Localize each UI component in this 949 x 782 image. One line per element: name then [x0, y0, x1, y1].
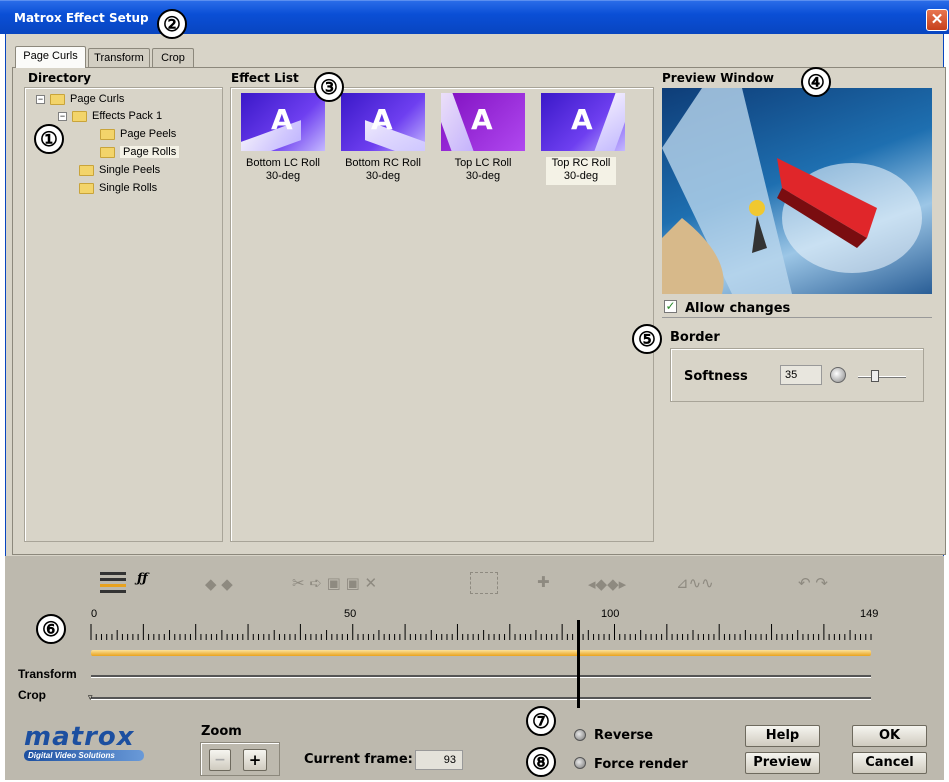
directory-heading: Directory: [28, 71, 91, 85]
tree-item-label: Single Peels: [99, 164, 161, 176]
callout-4: ④: [801, 67, 831, 97]
curve-icon: ⊿∿∿: [676, 574, 714, 592]
preview-graphic: [662, 88, 922, 294]
tree-item-label: Page Rolls: [120, 146, 180, 158]
effect-label: Bottom RC Roll 30-deg: [345, 157, 421, 182]
function-icon[interactable]: ƒƒ: [137, 571, 148, 586]
tree-item-label: Single Rolls: [99, 182, 158, 194]
effect-list-heading: Effect List: [231, 71, 299, 85]
effect-thumb-top-rc-roll[interactable]: A: [541, 93, 625, 151]
effect-label: Top LC Roll 30-deg: [454, 157, 512, 182]
tick-label-50: 50: [344, 608, 357, 620]
tree-item-page-peels[interactable]: Page Peels: [100, 126, 176, 143]
force-render-label: Force render: [594, 757, 688, 772]
folder-icon: [72, 110, 87, 122]
softness-label: Softness: [684, 369, 748, 384]
tick-label-0: 0: [91, 608, 98, 620]
keyframe-nav-icon: ◆ ◆: [205, 575, 233, 593]
callout-1: ①: [34, 124, 64, 154]
tick-label-149: 149: [860, 608, 879, 620]
softness-slider-thumb[interactable]: [870, 370, 879, 382]
interpolation-icon: ◂◆◆▸: [588, 575, 627, 593]
crop-track[interactable]: [91, 697, 871, 700]
help-button[interactable]: Help: [745, 725, 820, 747]
border-heading: Border: [670, 330, 720, 345]
callout-2: ②: [157, 9, 187, 39]
keyframe-marker-icon[interactable]: ▿: [88, 692, 93, 703]
track-label-transform: Transform: [18, 667, 77, 681]
tree-item-single-rolls[interactable]: Single Rolls: [79, 180, 157, 197]
thumb-letter: A: [571, 103, 593, 136]
edit-tools-icon: ✂ ➪ ▣ ▣ ✕: [292, 574, 378, 592]
tree-item-single-peels[interactable]: Single Peels: [79, 162, 160, 179]
collapse-icon[interactable]: −: [58, 111, 67, 121]
reverse-label: Reverse: [594, 728, 654, 743]
undo-redo-icon: ↶ ↷: [798, 574, 828, 592]
effect-label: Bottom LC Roll 30-deg: [246, 157, 320, 182]
zoom-in-button[interactable]: +: [243, 749, 267, 771]
callout-3: ③: [314, 72, 344, 102]
tracks-icon[interactable]: [100, 572, 126, 594]
ok-button[interactable]: OK: [852, 725, 927, 747]
current-frame-field[interactable]: 93: [415, 750, 463, 770]
timeline-cursor[interactable]: [576, 620, 580, 708]
divider: [662, 317, 932, 318]
tab-transform[interactable]: Transform: [88, 48, 150, 68]
folder-icon: [100, 146, 115, 158]
effect-label: Top RC Roll 30-deg: [546, 157, 616, 185]
selection-icon: [470, 572, 498, 594]
thumb-letter: A: [471, 103, 493, 136]
callout-5: ⑤: [632, 324, 662, 354]
current-frame-label: Current frame:: [304, 752, 413, 767]
collapse-icon[interactable]: −: [36, 94, 45, 104]
tree-item-label: Page Peels: [120, 128, 177, 140]
transform-track[interactable]: [91, 675, 871, 678]
folder-icon: [79, 164, 94, 176]
tree-item-page-rolls[interactable]: Page Rolls: [100, 144, 180, 161]
force-render-radio[interactable]: [574, 757, 586, 769]
thumb-letter: A: [371, 103, 393, 136]
effect-timeline-bar[interactable]: [91, 650, 871, 656]
allow-changes-checkbox[interactable]: ✓: [664, 300, 677, 313]
allow-changes-label: Allow changes: [685, 301, 791, 316]
timeline-ruler[interactable]: [86, 620, 876, 642]
window-title: Matrox Effect Setup: [14, 11, 149, 25]
folder-icon: [100, 128, 115, 140]
preview-heading: Preview Window: [662, 71, 775, 85]
marker-icon: ✚: [537, 573, 550, 591]
effect-thumb-top-lc-roll[interactable]: A: [441, 93, 525, 151]
preview-image: [662, 88, 932, 294]
callout-6: ⑥: [36, 614, 66, 644]
zoom-label: Zoom: [201, 724, 242, 739]
effect-list: [230, 87, 654, 542]
effect-thumb-bottom-lc-roll[interactable]: A: [241, 93, 325, 151]
tab-page-curls[interactable]: Page Curls: [15, 46, 86, 68]
folder-icon: [50, 93, 65, 105]
tree-item-effects-pack-1[interactable]: − Effects Pack 1: [58, 108, 162, 125]
preview-button[interactable]: Preview: [745, 752, 820, 774]
tab-crop[interactable]: Crop: [152, 48, 194, 68]
reverse-radio[interactable]: [574, 729, 586, 741]
keyframe-icon[interactable]: [830, 367, 846, 383]
tree-item-label: Page Curls: [70, 93, 125, 105]
zoom-out-button[interactable]: −: [209, 749, 231, 771]
callout-7: ⑦: [526, 706, 556, 736]
track-label-crop: Crop: [18, 688, 46, 702]
matrox-logo: matrox Digital Video Solutions: [24, 722, 162, 764]
folder-icon: [79, 182, 94, 194]
tick-label-100: 100: [601, 608, 620, 620]
close-button[interactable]: ✕: [926, 9, 948, 31]
softness-slider[interactable]: [858, 376, 906, 378]
tree-item-label: Effects Pack 1: [92, 110, 163, 122]
callout-8: ⑧: [526, 747, 556, 777]
effect-thumb-bottom-rc-roll[interactable]: A: [341, 93, 425, 151]
thumb-letter: A: [271, 103, 293, 136]
tree-item-page-curls[interactable]: − Page Curls: [36, 91, 124, 108]
softness-input[interactable]: 35: [780, 365, 822, 385]
cancel-button[interactable]: Cancel: [852, 752, 927, 774]
